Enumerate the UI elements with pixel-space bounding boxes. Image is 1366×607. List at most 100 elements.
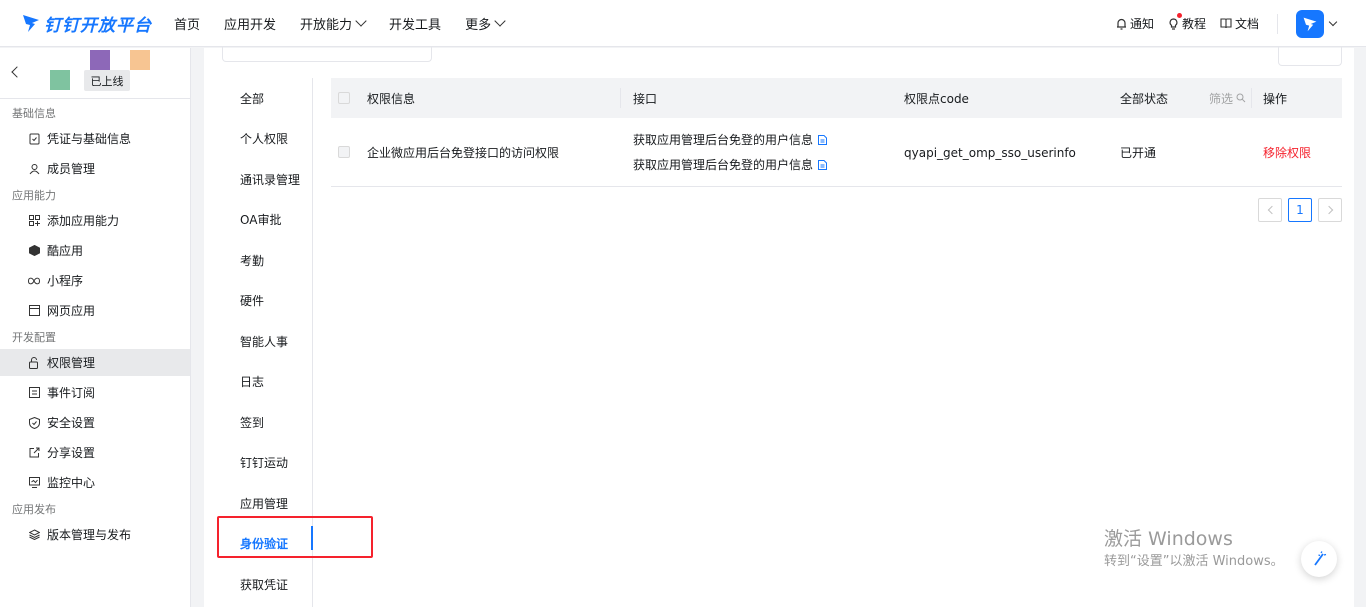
- category-credentials[interactable]: 获取凭证: [216, 564, 313, 605]
- row-checkbox[interactable]: [338, 146, 350, 158]
- section-title-capability: 应用能力: [12, 189, 56, 202]
- sidebar-item-label: 分享设置: [47, 446, 96, 460]
- permission-table: 权限信息 接口 权限点code 全部状态 筛选 操作 企业微应用后台免登接口的访…: [331, 78, 1342, 187]
- sidebar-item-label: 权限管理: [47, 356, 96, 370]
- sidebar-item-events[interactable]: 事件订阅: [0, 379, 190, 406]
- left-sidebar: 已上线 基础信息 凭证与基础信息 成员管理 应用能力 添加应用能力 酷应用 小程…: [0, 48, 191, 607]
- cell-api: 获取应用管理后台免登的用户信息 获取应用管理后台免登的用户信息: [633, 127, 828, 177]
- nav-more[interactable]: 更多: [465, 14, 506, 33]
- red-dot-badge: [1176, 13, 1182, 18]
- nav-dev-tools[interactable]: 开发工具: [389, 14, 441, 33]
- nav-home[interactable]: 首页: [174, 14, 200, 33]
- watermark-subtitle: 转到“设置”以激活 Windows。: [1104, 554, 1284, 569]
- nav-open-capability[interactable]: 开放能力: [300, 14, 367, 33]
- category-hardware[interactable]: 硬件: [216, 281, 313, 322]
- sidebar-item-members[interactable]: 成员管理: [0, 155, 190, 182]
- section-title-release: 应用发布: [12, 503, 56, 516]
- lightbulb-icon: [1169, 17, 1178, 30]
- ai-assistant-button[interactable]: [1301, 541, 1337, 577]
- chevron-down-icon[interactable]: [1328, 17, 1338, 27]
- prev-page-button[interactable]: [1258, 198, 1282, 222]
- tutorial-button[interactable]: 教程: [1168, 13, 1206, 32]
- windows-activation-watermark: 激活 Windows 转到“设置”以激活 Windows。: [1104, 527, 1284, 572]
- checkbox[interactable]: [338, 146, 350, 158]
- shield-icon: [28, 416, 40, 429]
- sidebar-item-version[interactable]: 版本管理与发布: [0, 521, 190, 548]
- chevron-left-icon: [1267, 205, 1276, 215]
- app-icon-green: [50, 70, 70, 90]
- chevron-down-icon: [494, 15, 506, 27]
- magic-wand-icon: [1314, 551, 1327, 566]
- next-page-button[interactable]: [1318, 198, 1342, 222]
- col-code: 权限点code: [904, 91, 969, 106]
- status-filter[interactable]: 筛选: [1209, 78, 1246, 118]
- column-separator: [620, 88, 621, 108]
- column-separator: [1251, 88, 1252, 108]
- category-log[interactable]: 日志: [216, 362, 313, 403]
- version-icon: [28, 529, 40, 541]
- sidebar-item-security[interactable]: 安全设置: [0, 409, 190, 436]
- credential-icon: [28, 133, 40, 145]
- docs-button[interactable]: 文档: [1220, 15, 1259, 32]
- category-sport[interactable]: 钉钉运动: [216, 443, 313, 484]
- monitor-icon: [28, 477, 40, 489]
- document-icon[interactable]: [818, 159, 828, 170]
- top-action-button[interactable]: [1278, 46, 1342, 66]
- status-badge: 已上线: [84, 70, 130, 91]
- bell-icon: [1116, 18, 1126, 30]
- sidebar-item-cool-app[interactable]: 酷应用: [0, 237, 190, 264]
- checkbox[interactable]: [338, 92, 350, 104]
- category-attendance[interactable]: 考勤: [216, 240, 313, 281]
- nav-app-dev[interactable]: 应用开发: [224, 14, 276, 33]
- select-all-checkbox[interactable]: [338, 78, 350, 118]
- remove-permission-link[interactable]: 移除权限: [1263, 118, 1311, 187]
- sidebar-item-permissions[interactable]: 权限管理: [0, 349, 190, 376]
- category-personal[interactable]: 个人权限: [216, 119, 313, 160]
- document-icon[interactable]: [818, 134, 828, 145]
- category-all[interactable]: 全部: [216, 78, 313, 119]
- category-oa-approval[interactable]: OA审批: [216, 200, 313, 241]
- nav-home-label: 首页: [174, 17, 201, 33]
- sidebar-item-add-capability[interactable]: 添加应用能力: [0, 207, 190, 234]
- sidebar-item-label: 事件订阅: [47, 386, 96, 400]
- app-header: 已上线: [0, 48, 190, 99]
- category-contacts[interactable]: 通讯录管理: [216, 159, 313, 200]
- docs-label: 文档: [1234, 17, 1259, 31]
- app-icon-purple: [90, 50, 110, 70]
- annotation-highlight-box: [217, 516, 373, 558]
- api-name: 获取应用管理后台免登的用户信息: [633, 158, 814, 172]
- cell-perm-info: 企业微应用后台免登接口的访问权限: [367, 146, 560, 160]
- category-smart-hr[interactable]: 智能人事: [216, 321, 313, 362]
- book-icon: [1220, 18, 1232, 29]
- search-input[interactable]: [222, 46, 432, 62]
- sidebar-item-monitor[interactable]: 监控中心: [0, 469, 190, 496]
- sidebar-item-label: 安全设置: [47, 416, 96, 430]
- col-action: 操作: [1263, 91, 1288, 106]
- category-checkin[interactable]: 签到: [216, 402, 313, 443]
- dingtalk-logo-icon: [23, 15, 39, 32]
- sidebar-item-mini-program[interactable]: 小程序: [0, 267, 190, 294]
- web-app-icon: [28, 305, 40, 317]
- sidebar-item-credentials[interactable]: 凭证与基础信息: [0, 125, 190, 152]
- sidebar-item-web-app[interactable]: 网页应用: [0, 297, 190, 324]
- sidebar-item-label: 酷应用: [47, 244, 84, 258]
- back-arrow-icon[interactable]: [11, 66, 23, 78]
- api-link[interactable]: 获取应用管理后台免登的用户信息: [633, 127, 828, 152]
- api-link[interactable]: 获取应用管理后台免登的用户信息: [633, 152, 828, 177]
- notify-button[interactable]: 通知: [1116, 15, 1154, 32]
- top-right-tools: 通知 教程 文档: [1102, 0, 1338, 47]
- cell-code: qyapi_get_omp_sso_userinfo: [904, 145, 1076, 160]
- app-icon-orange: [130, 50, 150, 70]
- divider: [1277, 13, 1278, 34]
- main-content: 全部 个人权限 通讯录管理 OA审批 考勤 硬件 智能人事 日志 签到 钉钉运动…: [204, 46, 1354, 607]
- sidebar-item-label: 添加应用能力: [47, 214, 120, 228]
- sidebar-item-label: 小程序: [47, 274, 84, 288]
- page-number[interactable]: 1: [1288, 198, 1312, 222]
- sidebar-item-share[interactable]: 分享设置: [0, 439, 190, 466]
- user-avatar[interactable]: [1296, 9, 1324, 38]
- cell-status: 已开通: [1120, 146, 1157, 160]
- search-icon: [1236, 93, 1246, 103]
- sidebar-item-label: 网页应用: [47, 304, 96, 318]
- brand-logo[interactable]: 钉钉开放平台: [22, 0, 152, 47]
- watermark-title: 激活 Windows: [1104, 528, 1233, 550]
